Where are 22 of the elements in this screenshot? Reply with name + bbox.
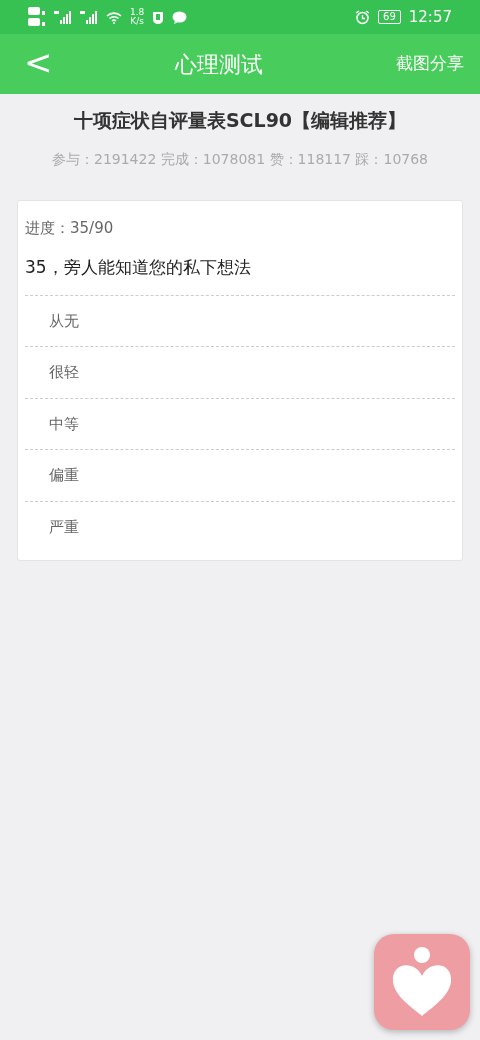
question-text: 35，旁人能知道您的私下想法 xyxy=(25,257,251,277)
answer-option[interactable]: 严重 xyxy=(25,500,455,552)
answer-option[interactable]: 很轻 xyxy=(25,346,455,398)
chat-icon xyxy=(172,10,188,24)
heart-app-button[interactable] xyxy=(374,934,470,1030)
progress-text: 进度：35/90 xyxy=(25,218,114,237)
quiz-title: 十项症状自评量表SCL90【编辑推荐】 xyxy=(73,109,407,131)
speed-value: 1.8 xyxy=(130,8,145,17)
answer-option[interactable]: 从无 xyxy=(25,294,455,346)
page-title: 心理测试 xyxy=(175,51,263,77)
speed-unit: K/s xyxy=(130,17,144,26)
quiz-stats: 参与：2191422 完成：1078081 赞：118117 踩：10768 xyxy=(52,150,428,167)
signal-icon xyxy=(80,10,98,24)
answer-option[interactable]: 中等 xyxy=(25,397,455,449)
app-icon xyxy=(152,10,165,24)
signal-icon xyxy=(54,10,72,24)
alarm-icon xyxy=(355,9,371,25)
answer-option[interactable]: 偏重 xyxy=(25,449,455,501)
hd-icon xyxy=(28,6,46,28)
clock: 12:57 xyxy=(408,6,452,28)
battery-indicator: 69 xyxy=(378,10,401,24)
wifi-icon xyxy=(106,10,122,24)
